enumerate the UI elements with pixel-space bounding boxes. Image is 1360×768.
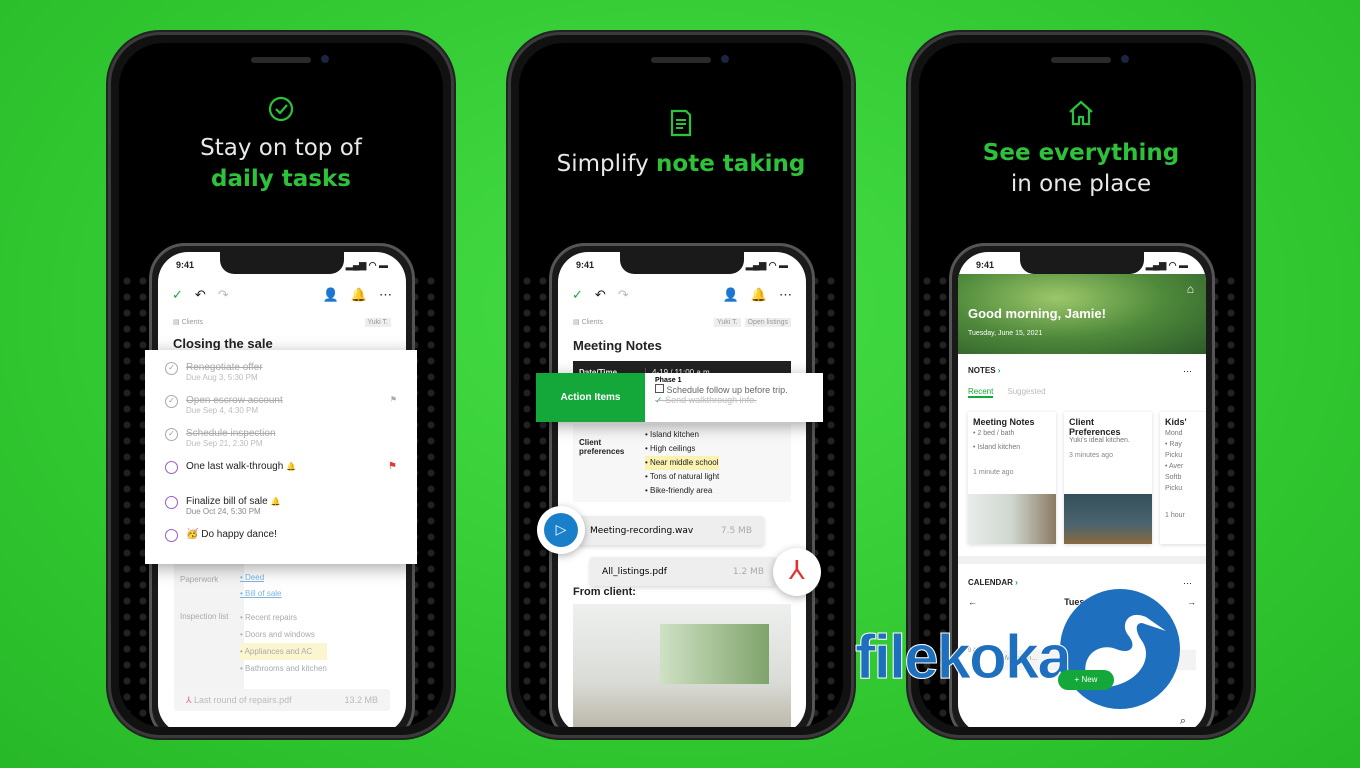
note-card-image [1064,494,1152,544]
headline: See everything in one place [982,140,1180,197]
status-icons: ▂▄▆ ◠ ▬ [345,260,388,270]
watermark-text: filekoka [855,623,1073,693]
headline: Simplify note taking [556,151,806,177]
search-icon[interactable]: ⌕ [1180,715,1186,727]
home-icon [919,99,1243,134]
checked-circle-icon: ✓ [165,362,178,375]
camera [321,55,329,63]
new-note-button[interactable]: + New [1058,670,1114,690]
audio-attachment[interactable]: Meeting-recording.wav 7.5 MB [578,516,764,545]
date: Tuesday, June 15, 2021 [968,330,1043,337]
inner-phone: 9:41 ▂▄▆ ◠ ▬ ✓ ↶ ↷ 👤 🔔 ⋯ ▤ Clients Yuki T. Open… [549,243,815,727]
checklist-item[interactable]: Schedule follow up before trip. [655,384,788,395]
link-bill-of-sale[interactable]: • Bill of sale [240,586,282,602]
owner-tag[interactable]: Yuki T. [364,318,391,327]
calendar-more-icon[interactable]: ⋯ [1183,578,1192,589]
note-card-image [968,494,1056,544]
note-icon [519,109,843,144]
task-list-card: ✓ Renegotiate offer Due Aug 3, 5:30 PM ✓ Op… [145,350,417,564]
inspection-list: • Recent repairs • Doors and windows • App… [240,613,327,673]
task-item[interactable]: Finalize bill of sale 🔔 Due Oct 24, 5:30 … [165,496,397,516]
notes-heading[interactable]: NOTES › [968,366,1000,375]
calendar-heading[interactable]: CALENDAR › [968,578,1018,587]
circle-icon [165,496,178,509]
task-item[interactable]: One last walk-through 🔔 ⚑ [165,461,397,474]
preferences-row: Client preferences • Island kitchen • Hig… [573,424,791,502]
pdf-icon[interactable]: ⅄ [773,548,821,596]
watermark-logo [1060,589,1180,709]
paperwork-label: Paperwork [180,575,219,584]
home-button-icon[interactable]: ⌂ [1187,282,1194,296]
party-emoji-icon: 🥳 [186,529,199,540]
action-items-card: Action Items Phase 1 Schedule follow up … [536,373,823,422]
status-time: 9:41 [976,260,995,270]
flag-icon: ⚑ [388,461,397,472]
status-time: 9:41 [576,260,595,270]
check-circle-icon [119,95,443,130]
done-check-icon[interactable]: ✓ [572,287,583,303]
speaker [251,57,311,63]
inspection-label: Inspection list [180,612,229,621]
tag[interactable]: Yuki T. [714,318,741,327]
redo-icon[interactable]: ↷ [618,287,629,303]
share-icon[interactable]: 👤 [723,287,739,303]
paperwork-list: • Deed • Bill of sale [240,570,282,602]
play-icon: ▷ [544,513,578,547]
tag[interactable]: Open listings [744,318,791,327]
action-items-label: Action Items [536,373,645,422]
checkmark-icon: ✓ [655,395,663,405]
attachment-pdf[interactable]: ⅄ Last round of repairs.pdf 13.2 MB [174,689,390,711]
breadcrumb[interactable]: ▤ Clients [573,318,603,326]
from-client-label: From client: [573,586,636,598]
checklist-item[interactable]: ✓ Send walkthrough info. [655,395,788,406]
bell-icon: 🔔 [286,462,297,471]
reminder-icon[interactable]: 🔔 [751,287,767,303]
status-time: 9:41 [176,260,195,270]
tab-recent[interactable]: Recent [968,387,994,398]
checkbox-icon [655,384,664,393]
status-icons: ▂▄▆ ◠ ▬ [745,260,788,270]
circle-icon [165,461,178,474]
more-icon[interactable]: ⋯ [779,287,792,303]
notes-more-icon[interactable]: ⋯ [1183,366,1192,377]
pdf-attachment[interactable]: All_listings.pdf 1.2 MB [590,557,776,586]
reminder-icon[interactable]: 🔔 [351,287,367,303]
header-banner: ⌂ Good morning, Jamie! Tuesday, June 15,… [958,274,1206,354]
task-item[interactable]: ✓ Schedule inspection Due Sep 21, 2:30 PM [165,428,397,448]
checked-circle-icon: ✓ [165,428,178,441]
note-card[interactable]: Kids' Mond • Ray Picku • Aver Softb Picku 1 hou… [1160,412,1206,544]
note-card[interactable]: Meeting Notes • 2 bed / bath • Island kitc… [968,412,1056,544]
greeting: Good morning, Jamie! [968,306,1106,321]
note-card[interactable]: Client Preferences Yuki's ideal kitchen. 3… [1064,412,1152,544]
task-item[interactable]: ✓ Open escrow account Due Sep 4, 4:30 PM ⚑ [165,395,397,415]
breadcrumb[interactable]: ▤ Clients [173,318,203,326]
prev-day-icon[interactable]: ← [968,597,977,607]
play-button[interactable]: ▷ [537,506,585,554]
redo-icon[interactable]: ↷ [218,287,229,303]
room-photo [573,604,791,727]
done-check-icon[interactable]: ✓ [172,287,183,303]
status-icons: ▂▄▆ ◠ ▬ [1145,260,1188,270]
note-title: Closing the sale [173,336,273,351]
undo-icon[interactable]: ↶ [195,287,206,303]
link-deed[interactable]: • Deed [240,570,282,586]
task-item[interactable]: 🥳 Do happy dance! [165,529,397,542]
flag-icon: ⚑ [389,395,397,404]
headline: Stay on top of daily tasks [200,135,362,192]
phase-label: Phase 1 [655,377,682,384]
note-title: Meeting Notes [573,338,662,353]
task-item[interactable]: ✓ Renegotiate offer Due Aug 3, 5:30 PM [165,362,397,382]
undo-icon[interactable]: ↶ [595,287,606,303]
share-icon[interactable]: 👤 [323,287,339,303]
circle-icon [165,529,178,542]
tab-suggested[interactable]: Suggested [1007,387,1045,398]
next-day-icon[interactable]: → [1187,597,1196,607]
more-icon[interactable]: ⋯ [379,287,392,303]
checked-circle-icon: ✓ [165,395,178,408]
bell-icon: 🔔 [270,497,281,506]
